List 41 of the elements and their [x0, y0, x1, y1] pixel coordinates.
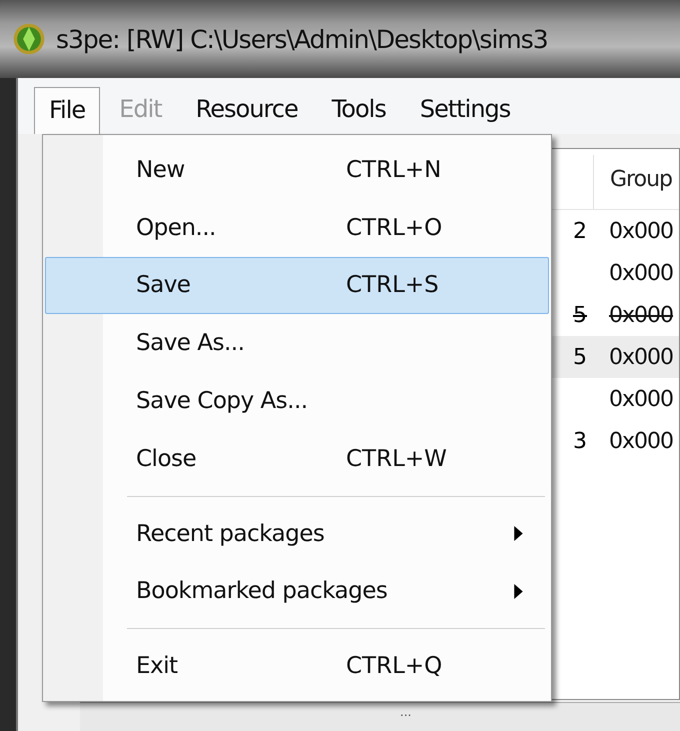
menu-item-label: Save Copy As...: [136, 388, 308, 414]
menu-item-label: New: [136, 156, 185, 183]
menu-item[interactable]: Save CTRL+S: [45, 256, 549, 314]
menu-item-label: Save: [136, 272, 190, 298]
table-cell: 2: [573, 218, 587, 244]
table-cell-text: 0x000: [608, 428, 674, 454]
table-cell: 5: [573, 344, 587, 370]
table-cell-text: 0x000: [608, 218, 674, 244]
menu-bar-item[interactable]: Tools: [316, 86, 401, 134]
shortcut-label: CTRL+W: [346, 446, 447, 472]
menu-bar-item[interactable]: Settings: [404, 86, 526, 134]
menu-item[interactable]: Recent packages: [45, 504, 549, 562]
menu-bar-item[interactable]: Resource: [180, 86, 313, 134]
status-text: ...: [400, 705, 412, 719]
menu-item-label: Exit: [136, 653, 178, 680]
menu-item[interactable]: New CTRL+N: [45, 141, 549, 199]
menu-item-label: Bookmarked packages: [136, 578, 388, 604]
menu-item-label: Save As...: [136, 330, 244, 356]
menu-item[interactable]: Bookmarked packages: [45, 562, 549, 620]
table-cell-text: 0x000: [608, 344, 674, 370]
submenu-arrow-icon: [514, 526, 523, 542]
shortcut-label: CTRL+S: [346, 272, 439, 298]
table-cell: 3: [573, 428, 587, 454]
table-cell: 5: [573, 302, 587, 328]
menu-item-label: Recent packages: [136, 520, 324, 547]
menu-item[interactable]: Save Copy As...: [45, 372, 549, 430]
menu-item-label: Close: [136, 446, 196, 472]
menu-item[interactable]: Close CTRL+W: [45, 430, 549, 488]
menu-bar-item[interactable]: File: [34, 87, 100, 134]
menu-item[interactable]: Open... CTRL+O: [45, 198, 549, 257]
shortcut-label: CTRL+O: [346, 214, 442, 241]
app-icon: [12, 22, 46, 56]
menu-item[interactable]: Exit CTRL+Q: [45, 637, 549, 695]
submenu-arrow-icon: [514, 584, 523, 599]
shortcut-label: CTRL+N: [346, 156, 442, 183]
window-title: s3pe: [RW] C:\Users\Admin\Desktop\sims3: [56, 24, 548, 54]
shortcut-label: CTRL+Q: [346, 653, 442, 680]
menu-item[interactable]: Save As...: [45, 314, 549, 372]
column-header[interactable]: Group: [594, 155, 672, 209]
table-cell-text: 0x000: [608, 302, 674, 328]
menu-item-label: Open...: [136, 214, 216, 241]
